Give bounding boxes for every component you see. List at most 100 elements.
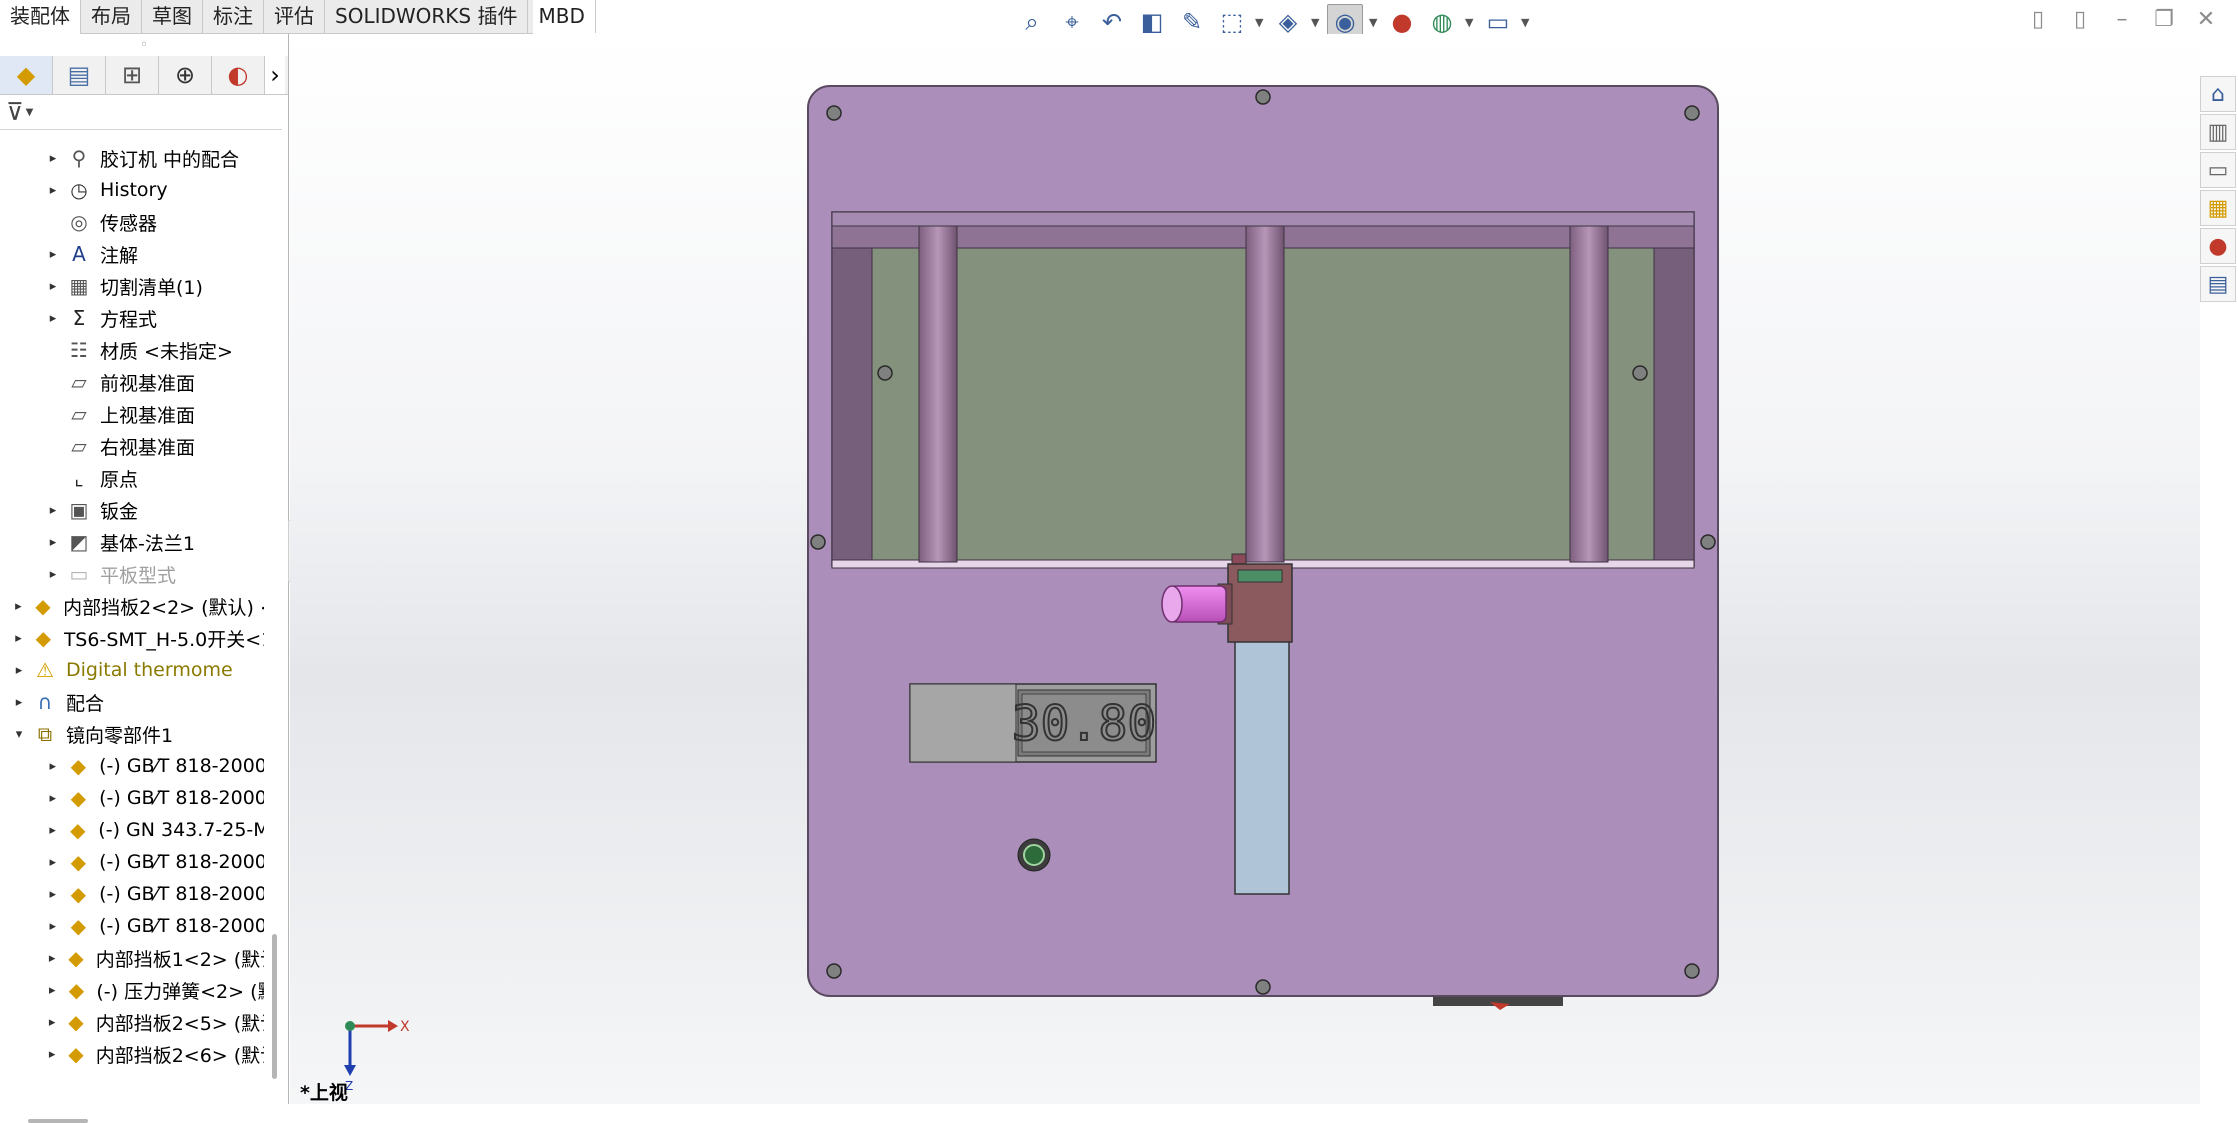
tree-item[interactable]: ▸ ◆ 内部挡板1<2> (默认 [0, 942, 264, 974]
chevron-right-icon[interactable]: ▸ [42, 983, 62, 998]
tree-vertical-scrollbar[interactable] [272, 934, 277, 1079]
knob-plunger-end [1161, 585, 1183, 623]
chevron-right-icon[interactable]: ▸ [42, 887, 64, 902]
tree-item[interactable]: ▸ Σ 方程式 [0, 302, 264, 334]
tree-item[interactable]: ▸ ∩ 配合 [0, 686, 264, 718]
file-explorer-icon[interactable]: ▭ [2200, 152, 2236, 188]
chevron-right-icon[interactable]: ▸ [42, 183, 64, 198]
chevron-right-icon[interactable]: ▸ [42, 1015, 62, 1030]
chevron-right-icon[interactable]: ▸ [42, 247, 64, 262]
close-icon[interactable]: ✕ [2192, 6, 2220, 34]
tree-item[interactable]: ▸ ◆ 内部挡板2<6> (默认 [0, 1038, 264, 1070]
tree-item[interactable]: ▸ ◆ (-) GB⁄T 818-2000 [0, 910, 264, 942]
chevron-down-icon[interactable]: ▼ [1311, 16, 1321, 29]
tree-item[interactable]: ▸ ◆ (-) GN 343.7-25-M [0, 814, 264, 846]
tree-item[interactable]: ▱ 前视基准面 [0, 366, 264, 398]
chevron-down-icon[interactable]: ▼ [1521, 16, 1531, 29]
tree-item-label: 传感器 [100, 212, 158, 235]
configuration-manager-icon[interactable]: ⊞ [106, 56, 159, 94]
graphics-area[interactable]: 30.80 [290, 34, 2200, 1104]
part-icon: ◆ [70, 754, 87, 778]
tree-horizontal-scrollbar[interactable] [28, 1119, 88, 1123]
view-palette-icon[interactable]: ▦ [2200, 190, 2236, 226]
tree-item[interactable]: ▸ ◆ 内部挡板2<2> (默认) < [0, 590, 264, 622]
task-pane-tabs: ⌂ ▥ ▭ ▦ ● ▤ [2200, 76, 2238, 304]
chevron-right-icon[interactable]: ▸ [42, 503, 64, 518]
window-controls: ▯ ▯ – ❐ ✕ [2024, 6, 2238, 34]
plane-icon: ▱ [71, 434, 87, 458]
appearances-icon[interactable]: ● [2200, 228, 2236, 264]
tile-left-icon[interactable]: ▯ [2024, 6, 2052, 34]
tree-item[interactable]: ▸ ◆ 内部挡板2<5> (默认 [0, 1006, 264, 1038]
design-library-icon[interactable]: ▥ [2200, 114, 2236, 150]
chevron-down-icon[interactable]: ▼ [1369, 16, 1379, 29]
part-icon: ◆ [70, 818, 86, 842]
chevron-right-icon[interactable]: ▸ [42, 1047, 62, 1062]
home-icon[interactable]: ⌂ [2200, 76, 2236, 112]
chevron-down-icon[interactable]: ▼ [26, 107, 34, 118]
tab-solidworks-addins[interactable]: SOLIDWORKS 插件 [325, 0, 529, 33]
feature-manager-tabs: ◆ ▤ ⊞ ⊕ ◐ › [0, 56, 288, 95]
feature-manager-tree-icon[interactable]: ◆ [0, 56, 53, 94]
tree-item[interactable]: ▸ ▣ 钣金 [0, 494, 264, 526]
chevron-right-icon[interactable]: ▸ [8, 599, 29, 614]
tree-item[interactable]: ▸ ◆ TS6-SMT_H-5.0开关<1 [0, 622, 264, 654]
tree-filter[interactable]: ⊽ ▼ [0, 95, 282, 130]
chevron-right-icon[interactable]: ▸ [42, 759, 64, 774]
filter-icon[interactable]: ⊽ [6, 98, 24, 126]
tab-markup[interactable]: 标注 [203, 0, 264, 33]
dimxpert-manager-icon[interactable]: ⊕ [159, 56, 212, 94]
chevron-right-icon[interactable]: ▸ [42, 919, 64, 934]
tree-item[interactable]: ◎ 传感器 [0, 206, 264, 238]
chevron-right-icon[interactable]: › [265, 56, 285, 94]
chevron-right-icon[interactable]: ▸ [42, 855, 64, 870]
tree-item[interactable]: ▸ ◷ History [0, 174, 264, 206]
chevron-right-icon[interactable]: ▸ [8, 663, 30, 678]
panel-grip-icon[interactable]: ◦ [0, 34, 288, 56]
tree-item[interactable]: ▸ ◩ 基体-法兰1 [0, 526, 264, 558]
tab-sketch[interactable]: 草图 [142, 0, 203, 33]
tree-item[interactable]: ☷ 材质 <未指定> [0, 334, 264, 366]
chevron-right-icon[interactable]: ▸ [8, 695, 30, 710]
tab-mbd[interactable]: MBD [528, 0, 596, 33]
tree-item[interactable]: ▸ ▦ 切割清单(1) [0, 270, 264, 302]
chevron-right-icon[interactable]: ▸ [42, 951, 62, 966]
tree-item[interactable]: ▱ 上视基准面 [0, 398, 264, 430]
tree-item-label: 钣金 [100, 500, 139, 523]
display-manager-icon[interactable]: ◐ [212, 56, 265, 94]
tree-item[interactable]: ▾ ⧉ 镜向零部件1 [0, 718, 264, 750]
chevron-right-icon[interactable]: ▸ [42, 279, 64, 294]
knob-ring [1237, 569, 1283, 583]
tree-item[interactable]: ▸ ◆ (-) GB⁄T 818-2000 [0, 846, 264, 878]
chevron-right-icon[interactable]: ▸ [42, 151, 64, 166]
tab-layout[interactable]: 布局 [81, 0, 142, 33]
part-icon: ◆ [70, 786, 87, 810]
chevron-right-icon[interactable]: ▸ [42, 791, 64, 806]
tree-item[interactable]: ▸ ⚲ 胶订机 中的配合 [0, 142, 264, 174]
custom-properties-icon[interactable]: ▤ [2200, 266, 2236, 302]
tree-item[interactable]: ▸ ◆ (-) GB⁄T 818-2000 [0, 782, 264, 814]
tab-evaluate[interactable]: 评估 [264, 0, 325, 33]
property-manager-icon[interactable]: ▤ [53, 56, 106, 94]
chevron-down-icon[interactable]: ▼ [1465, 16, 1475, 29]
tree-item-label: 内部挡板2<5> (默认 [95, 1012, 264, 1035]
tab-assembly[interactable]: 装配体 [0, 0, 81, 35]
tree-item[interactable]: ▸ ▭ 平板型式 [0, 558, 264, 590]
chevron-down-icon[interactable]: ▾ [8, 727, 30, 742]
tile-right-icon[interactable]: ▯ [2066, 6, 2094, 34]
tree-item[interactable]: ▸ ⚠ Digital thermome [0, 654, 264, 686]
chevron-right-icon[interactable]: ▸ [42, 311, 64, 326]
chevron-right-icon[interactable]: ▸ [42, 567, 64, 582]
chevron-right-icon[interactable]: ▸ [42, 823, 63, 838]
restore-icon[interactable]: ❐ [2150, 6, 2178, 34]
tree-item[interactable]: ▱ 右视基准面 [0, 430, 264, 462]
tree-item[interactable]: ▸ ◆ (-) GB⁄T 818-2000 [0, 878, 264, 910]
tree-item[interactable]: ▸ ◆ (-) GB⁄T 818-2000 [0, 750, 264, 782]
tree-item[interactable]: ⌞ 原点 [0, 462, 264, 494]
chevron-down-icon[interactable]: ▼ [1255, 16, 1265, 29]
tree-item[interactable]: ▸ ◆ (-) 压力弹簧<2> (默 [0, 974, 264, 1006]
minimize-icon[interactable]: – [2108, 6, 2136, 34]
chevron-right-icon[interactable]: ▸ [8, 631, 29, 646]
chevron-right-icon[interactable]: ▸ [42, 535, 64, 550]
tree-item[interactable]: ▸ A 注解 [0, 238, 264, 270]
